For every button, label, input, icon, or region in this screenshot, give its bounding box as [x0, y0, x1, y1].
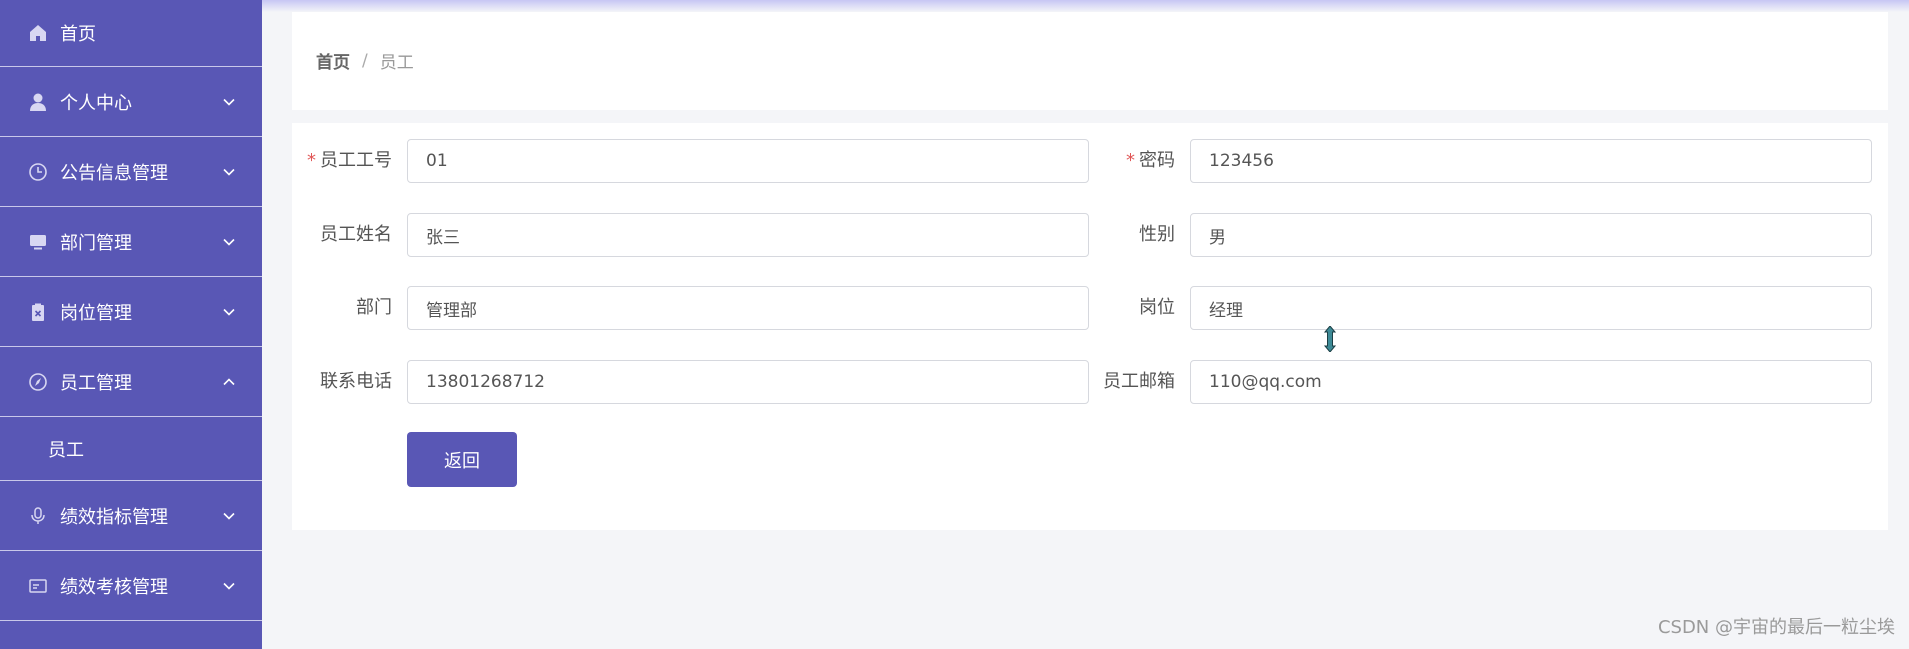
- top-glow-bar: [262, 0, 1909, 12]
- sidebar-item-performance-indicators[interactable]: 绩效指标管理: [0, 481, 262, 551]
- breadcrumb-current: 员工: [379, 53, 414, 73]
- gender-label: 性别: [1139, 224, 1175, 245]
- employee-form: *员工工号 *密码 员工姓名 性别 部门 岗位 联系电话 员工邮箱 返回: [292, 123, 1888, 530]
- sidebar-item-announcements[interactable]: 公告信息管理: [0, 137, 262, 207]
- watermark: CSDN @宇宙的最后一粒尘埃: [1657, 617, 1895, 638]
- sidebar-item-label: 绩效指标管理: [60, 506, 168, 528]
- breadcrumb-separator: /: [362, 50, 368, 71]
- gender-field[interactable]: [1190, 213, 1872, 257]
- chevron-up-icon: [223, 377, 235, 385]
- sidebar-item-employees[interactable]: 员工管理: [0, 347, 262, 417]
- department-field[interactable]: [407, 286, 1089, 330]
- sidebar-item-label: 部门管理: [60, 232, 132, 254]
- sidebar-item-personal-center[interactable]: 个人中心: [0, 67, 262, 137]
- name-field[interactable]: [407, 213, 1089, 257]
- compass-icon: [28, 372, 48, 392]
- sidebar-item-performance-review[interactable]: 绩效考核管理: [0, 551, 262, 621]
- sidebar-item-label: 公告信息管理: [60, 162, 168, 184]
- user-icon: [28, 92, 48, 112]
- sidebar-item-label: 岗位管理: [60, 302, 132, 324]
- sidebar-item-label: 绩效考核管理: [60, 576, 168, 598]
- sidebar-item-label: 个人中心: [60, 92, 132, 114]
- card-icon: [28, 576, 48, 596]
- required-asterisk: *: [307, 150, 316, 171]
- password-label: * 密码: [1126, 150, 1175, 171]
- sidebar-item-positions[interactable]: 岗位管理: [0, 277, 262, 347]
- breadcrumb: 首页 / 员工: [316, 48, 414, 74]
- chevron-down-icon: [223, 582, 235, 590]
- microphone-icon: [28, 506, 48, 526]
- sidebar: 首页 个人中心 公告信息管理 部门管理 岗位管理 员工管理 员工 绩效指标管理 …: [0, 0, 262, 649]
- breadcrumb-card: 首页 / 员工: [292, 12, 1888, 110]
- chevron-down-icon: [223, 168, 235, 176]
- chevron-down-icon: [223, 98, 235, 106]
- department-label: 部门: [356, 297, 392, 318]
- clock-icon: [28, 162, 48, 182]
- chevron-down-icon: [223, 512, 235, 520]
- sidebar-item-label: 首页: [60, 24, 96, 45]
- sidebar-item-label: 员工管理: [60, 372, 132, 394]
- email-field[interactable]: [1190, 360, 1872, 404]
- home-icon: [28, 23, 48, 43]
- sidebar-item-departments[interactable]: 部门管理: [0, 207, 262, 277]
- employee-no-field[interactable]: [407, 139, 1089, 183]
- clipboard-icon: [28, 302, 48, 322]
- employee-no-label: * 员工工号: [307, 150, 392, 171]
- breadcrumb-home[interactable]: 首页: [316, 48, 350, 73]
- phone-label: 联系电话: [320, 371, 392, 392]
- name-label: 员工姓名: [320, 224, 392, 245]
- chevron-down-icon: [223, 238, 235, 246]
- phone-field[interactable]: [407, 360, 1089, 404]
- position-field[interactable]: [1190, 286, 1872, 330]
- required-asterisk: *: [1126, 150, 1135, 171]
- sidebar-item-home[interactable]: 首页: [0, 0, 262, 67]
- sidebar-subitem-label: 员工: [48, 439, 84, 461]
- email-label: 员工邮箱: [1103, 371, 1175, 392]
- position-label: 岗位: [1139, 297, 1175, 318]
- monitor-icon: [28, 232, 48, 252]
- password-field[interactable]: [1190, 139, 1872, 183]
- back-button[interactable]: 返回: [407, 432, 517, 487]
- mouse-cursor-icon: [1323, 326, 1337, 352]
- sidebar-subitem-employee[interactable]: 员工: [0, 417, 262, 481]
- chevron-down-icon: [223, 308, 235, 316]
